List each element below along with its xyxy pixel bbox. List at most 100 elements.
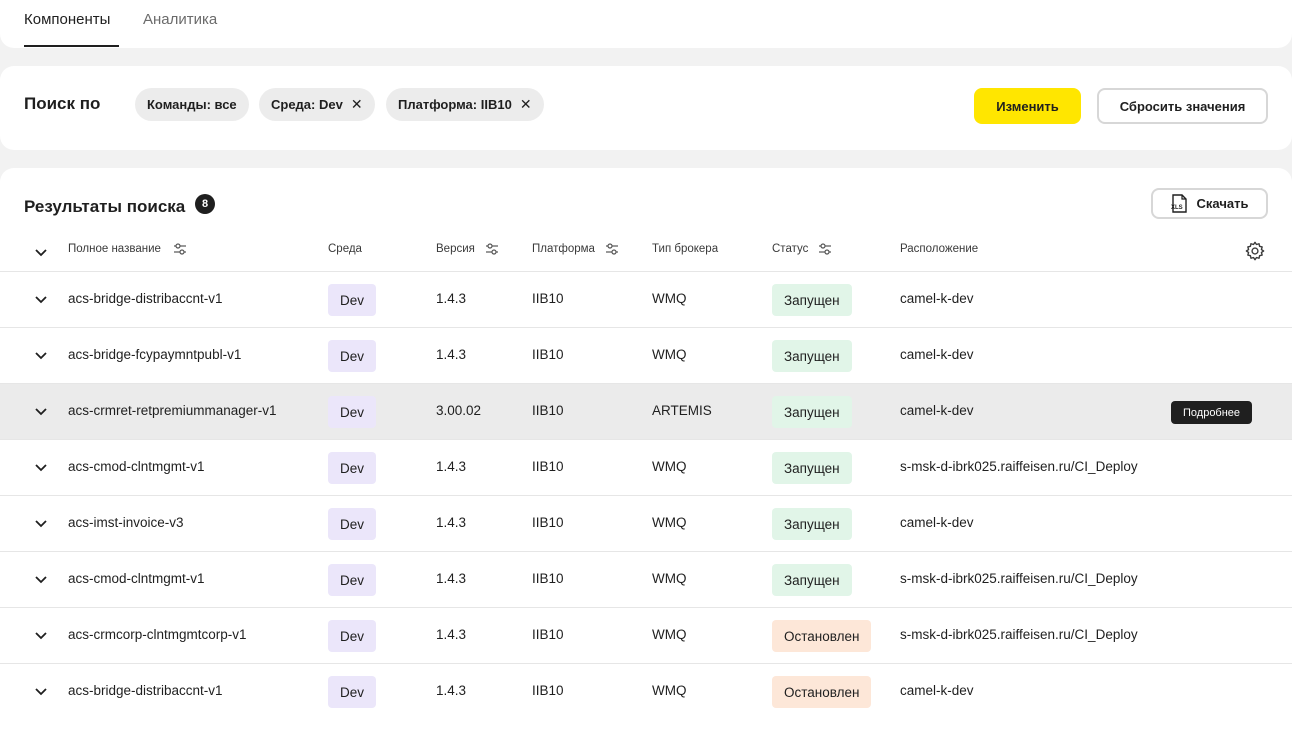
table-row[interactable]: acs-imst-invoice-v3 Dev 1.4.3 IIB10 WMQ … xyxy=(0,496,1292,552)
filter-chip-env[interactable]: Среда: Dev ✕ xyxy=(259,88,375,121)
cell-platform: IIB10 xyxy=(532,347,564,362)
expand-chevron-icon[interactable] xyxy=(34,350,48,360)
status-badge: Запущен xyxy=(772,564,852,596)
cell-version: 3.00.02 xyxy=(436,403,482,418)
cell-platform: IIB10 xyxy=(532,403,564,418)
cell-platform: IIB10 xyxy=(532,627,564,642)
column-header-broker: Тип брокера xyxy=(652,243,719,255)
cell-location: camel-k-dev xyxy=(900,515,974,530)
cell-version: 1.4.3 xyxy=(436,627,467,642)
status-badge: Остановлен xyxy=(772,620,872,652)
xls-file-icon: XLS xyxy=(1171,194,1187,213)
cell-name: acs-bridge-distribaccnt-v1 xyxy=(68,291,223,306)
cell-broker: WMQ xyxy=(652,571,687,586)
column-header-platform: Платформа xyxy=(532,243,619,255)
cell-version: 1.4.3 xyxy=(436,459,467,474)
cell-location: camel-k-dev xyxy=(900,291,974,306)
column-header-status: Статус xyxy=(772,243,832,255)
filter-chip-platform[interactable]: Платформа: IIB10 ✕ xyxy=(386,88,544,121)
close-icon[interactable]: ✕ xyxy=(520,96,532,113)
close-icon[interactable]: ✕ xyxy=(351,96,363,113)
column-header-env: Среда xyxy=(328,243,362,255)
table-row[interactable]: acs-bridge-distribaccnt-v1 Dev 1.4.3 IIB… xyxy=(0,272,1292,328)
expand-all-chevron-icon[interactable] xyxy=(34,247,48,257)
tab-analytics[interactable]: Аналитика xyxy=(143,11,217,28)
status-badge: Запущен xyxy=(772,396,852,428)
cell-location: camel-k-dev xyxy=(900,683,974,698)
tab-components[interactable]: Компоненты xyxy=(24,11,110,28)
download-label: Скачать xyxy=(1196,196,1249,211)
cell-name: acs-bridge-distribaccnt-v1 xyxy=(68,683,223,698)
svg-text:XLS: XLS xyxy=(1171,205,1183,211)
table-row[interactable]: acs-cmod-clntmgmt-v1 Dev 1.4.3 IIB10 WMQ… xyxy=(0,552,1292,608)
env-badge: Dev xyxy=(328,620,377,652)
download-button[interactable]: XLS Скачать xyxy=(1151,188,1268,219)
cell-version: 1.4.3 xyxy=(436,291,467,306)
cell-name: acs-cmod-clntmgmt-v1 xyxy=(68,459,205,474)
filter-icon[interactable] xyxy=(605,243,619,255)
env-badge: Dev xyxy=(328,340,377,372)
cell-broker: WMQ xyxy=(652,627,687,642)
expand-chevron-icon[interactable] xyxy=(34,518,48,528)
cell-version: 1.4.3 xyxy=(436,683,467,698)
status-badge: Запущен xyxy=(772,284,852,316)
cell-location: camel-k-dev xyxy=(900,347,974,362)
env-badge: Dev xyxy=(328,508,377,540)
cell-name: acs-imst-invoice-v3 xyxy=(68,515,184,530)
env-badge: Dev xyxy=(328,564,377,596)
cell-location: camel-k-dev xyxy=(900,403,974,418)
cell-broker: WMQ xyxy=(652,291,687,306)
tabs-bar: Компоненты Аналитика xyxy=(0,0,1292,48)
cell-name: acs-crmcorp-clntmgmtcorp-v1 xyxy=(68,627,247,642)
expand-chevron-icon[interactable] xyxy=(34,574,48,584)
cell-broker: WMQ xyxy=(652,459,687,474)
cell-platform: IIB10 xyxy=(532,571,564,586)
results-panel: Результаты поиска 8 XLS Скачать Полное н… xyxy=(0,168,1292,744)
table-row[interactable]: acs-bridge-fcypaymntpubl-v1 Dev 1.4.3 II… xyxy=(0,328,1292,384)
env-badge: Dev xyxy=(328,452,377,484)
filter-icon[interactable] xyxy=(173,243,187,255)
column-header-version: Версия xyxy=(436,243,499,255)
cell-location: s-msk-d-ibrk025.raiffeisen.ru/CI_Deploy xyxy=(900,459,1138,474)
change-button[interactable]: Изменить xyxy=(974,88,1081,124)
cell-name: acs-cmod-clntmgmt-v1 xyxy=(68,571,205,586)
filter-icon[interactable] xyxy=(818,243,832,255)
cell-platform: IIB10 xyxy=(532,683,564,698)
results-count-badge: 8 xyxy=(195,194,215,214)
column-header-name: Полное название xyxy=(68,243,187,255)
expand-chevron-icon[interactable] xyxy=(34,686,48,696)
status-badge: Запущен xyxy=(772,340,852,372)
active-tab-indicator xyxy=(24,45,119,47)
table-row[interactable]: acs-crmcorp-clntmgmtcorp-v1 Dev 1.4.3 II… xyxy=(0,608,1292,664)
expand-chevron-icon[interactable] xyxy=(34,630,48,640)
cell-broker: WMQ xyxy=(652,347,687,362)
reset-button[interactable]: Сбросить значения xyxy=(1097,88,1268,124)
cell-platform: IIB10 xyxy=(532,515,564,530)
cell-broker: WMQ xyxy=(652,683,687,698)
details-button[interactable]: Подробнее xyxy=(1171,401,1253,424)
status-badge: Остановлен xyxy=(772,676,872,708)
cell-platform: IIB10 xyxy=(532,291,564,306)
column-header-location: Расположение xyxy=(900,243,979,255)
env-badge: Dev xyxy=(328,396,377,428)
cell-location: s-msk-d-ibrk025.raiffeisen.ru/CI_Deploy xyxy=(900,627,1138,642)
search-panel: Поиск по Команды: все Среда: Dev ✕ Платф… xyxy=(0,66,1292,150)
env-badge: Dev xyxy=(328,676,377,708)
expand-chevron-icon[interactable] xyxy=(34,406,48,416)
cell-version: 1.4.3 xyxy=(436,515,467,530)
results-title: Результаты поиска xyxy=(24,197,186,216)
expand-chevron-icon[interactable] xyxy=(34,294,48,304)
status-badge: Запущен xyxy=(772,452,852,484)
table-row[interactable]: acs-cmod-clntmgmt-v1 Dev 1.4.3 IIB10 WMQ… xyxy=(0,440,1292,496)
settings-gear-icon[interactable] xyxy=(1244,240,1266,262)
table-row[interactable]: acs-bridge-distribaccnt-v1 Dev 1.4.3 IIB… xyxy=(0,664,1292,720)
filter-chip-teams[interactable]: Команды: все xyxy=(135,88,249,121)
table-row[interactable]: acs-crmret-retpremiummanager-v1 Dev 3.00… xyxy=(0,384,1292,440)
cell-location: s-msk-d-ibrk025.raiffeisen.ru/CI_Deploy xyxy=(900,571,1138,586)
status-badge: Запущен xyxy=(772,508,852,540)
expand-chevron-icon[interactable] xyxy=(34,462,48,472)
cell-name: acs-crmret-retpremiummanager-v1 xyxy=(68,403,277,418)
search-title: Поиск по xyxy=(24,94,101,113)
filter-icon[interactable] xyxy=(485,243,499,255)
chip-label: Команды: все xyxy=(147,97,237,112)
